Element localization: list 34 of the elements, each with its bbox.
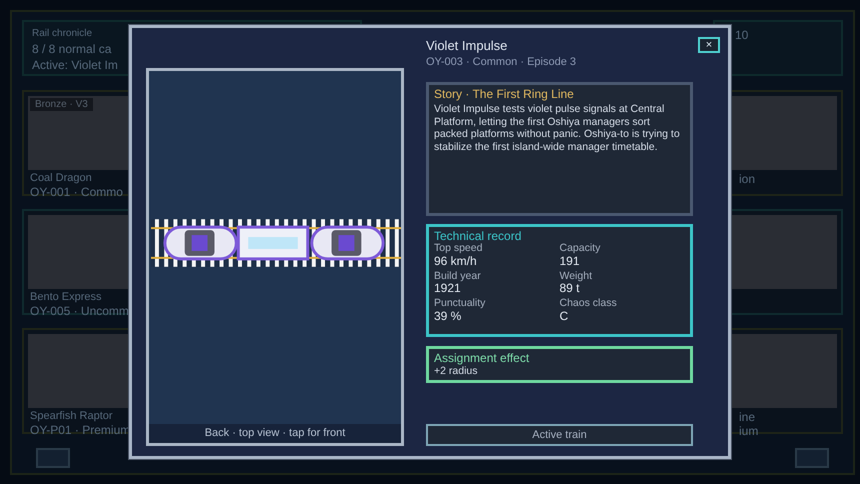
status-text: Rail chronicle <box>32 28 94 40</box>
train-title: Violet Impulse <box>426 38 508 53</box>
card-text: ine <box>739 410 756 424</box>
assignment-title: Assignment effect <box>434 351 530 365</box>
train-name: Coal Dragon <box>30 172 93 186</box>
stat-value: 1921 <box>434 282 461 296</box>
stat-value: 96 km/h <box>434 254 478 268</box>
rank-badge: Bronze · V3 <box>30 98 93 111</box>
status-text: 8 / 8 normal ca <box>32 42 112 56</box>
stat-value: 39 % <box>434 310 462 324</box>
stat-label: Weight <box>560 270 593 282</box>
stat-label: Build year <box>434 270 482 282</box>
card-text: ion <box>739 172 756 186</box>
preview-caption[interactable]: Back · top view · tap for front <box>149 424 401 443</box>
stat-label: Capacity <box>560 243 602 255</box>
close-button[interactable]: × <box>698 37 720 53</box>
stat-label: Chaos class <box>560 298 618 310</box>
page-button[interactable] <box>36 448 70 468</box>
stat-value: 89 t <box>560 282 580 296</box>
train-name: Spearfish Raptor <box>30 410 114 424</box>
page-button[interactable] <box>795 448 829 468</box>
status-text: Active: Violet Im <box>32 58 119 73</box>
stat-value: 191 <box>560 254 581 268</box>
story-title: Story · The First Ring Line <box>434 87 575 101</box>
train-subtitle: OY-003 · Common · Episode 3 <box>426 56 577 68</box>
assignment-text: +2 radius <box>434 365 478 378</box>
stat-label: Top speed <box>434 243 484 255</box>
story-text: Violet Impulse tests violet pulse signals at Central Platform, letting the first Oshiya managers sort packed platforms without panic. Oshiya-to is trying to stabilize the first island-wide manager timetable. <box>434 103 681 154</box>
record-title: Technical record <box>434 229 522 243</box>
stat-value: C <box>560 310 570 324</box>
stat-label: Punctuality <box>434 298 486 310</box>
filter-text: 10 <box>735 28 750 42</box>
active-train-button[interactable]: Active train <box>426 424 693 446</box>
train-name: Bento Express <box>30 291 103 304</box>
